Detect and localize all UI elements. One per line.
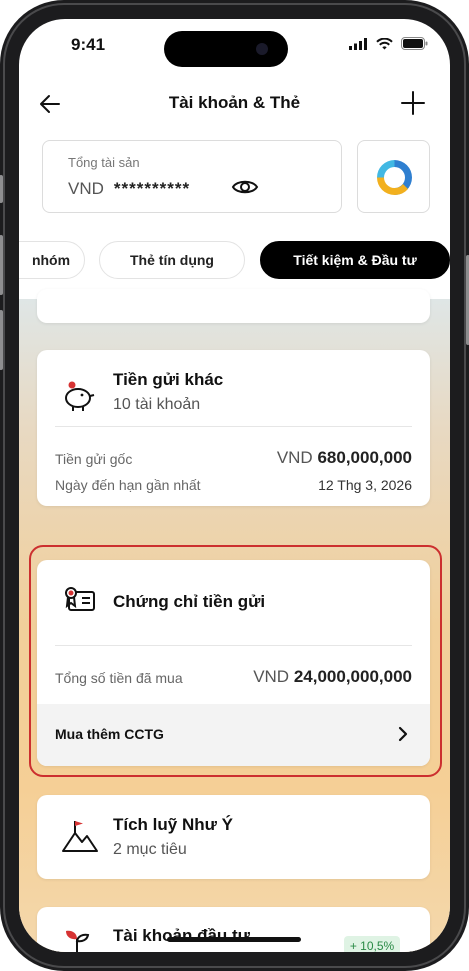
status-time: 9:41 — [71, 35, 106, 54]
certificate-icon — [65, 587, 95, 611]
side-button — [0, 235, 3, 295]
principal-currency: VND — [276, 448, 313, 467]
total-bought-label: Tổng số tiền đã mua — [55, 670, 183, 686]
home-indicator[interactable] — [167, 937, 301, 942]
piggy-bank-icon — [65, 381, 95, 411]
chevron-right-icon — [398, 726, 408, 742]
card-savings-goal[interactable]: Tích luỹ Như Ý 2 mục tiêu — [37, 795, 430, 879]
header: Tài khoản & Thẻ — [19, 79, 450, 129]
screen: 9:41 Tài khoản & Thẻ Tổng tài sản VND **… — [19, 19, 450, 952]
tab-group[interactable]: nhóm — [19, 241, 85, 279]
card-previous — [37, 289, 430, 323]
due-date-value: 12 Thg 3, 2026 — [318, 477, 412, 493]
status-icons — [349, 37, 428, 50]
buy-more-button[interactable]: Mua thêm CCTG — [37, 704, 430, 766]
wifi-icon — [376, 37, 393, 49]
total-assets-masked: ********** — [113, 179, 191, 198]
card-title: Chứng chỉ tiền gửi — [113, 592, 266, 611]
total-bought-value: VND 24,000,000,000 — [253, 667, 412, 687]
tab-savings-investment[interactable]: Tiết kiệm & Đầu tư — [260, 241, 450, 279]
buy-more-label: Mua thêm CCTG — [55, 726, 164, 742]
total-bought-amount: 24,000,000,000 — [293, 667, 412, 686]
due-date-label: Ngày đến hạn gần nhất — [55, 477, 201, 493]
tab-label: Thẻ tín dụng — [130, 252, 214, 268]
tab-label: nhóm — [31, 252, 71, 268]
card-title: Tích luỹ Như Ý — [113, 815, 233, 834]
card-other-deposit[interactable]: Tiền gửi khác 10 tài khoản Tiền gửi gốc … — [37, 350, 430, 506]
camera-icon — [256, 43, 268, 55]
dynamic-island — [164, 31, 288, 67]
card-subtitle: 2 mục tiêu — [113, 841, 187, 858]
tab-bar: nhóm Thẻ tín dụng Tiết kiệm & Đầu tư — [19, 241, 450, 281]
phone-frame: 9:41 Tài khoản & Thẻ Tổng tài sản VND **… — [0, 0, 469, 971]
pie-chart-icon — [377, 160, 412, 196]
signal-icon — [349, 37, 367, 50]
divider — [55, 645, 412, 646]
battery-icon — [401, 37, 428, 50]
status-bar: 9:41 — [19, 19, 450, 71]
total-assets-box: Tổng tài sản VND ********** — [42, 140, 342, 213]
asset-chart-button[interactable] — [357, 140, 430, 213]
principal-value: VND 680,000,000 — [277, 448, 412, 468]
card-title: Tiền gửi khác — [113, 370, 224, 389]
divider — [55, 426, 412, 427]
investment-change-badge: + 10,5% — [344, 936, 400, 952]
total-bought-currency: VND — [253, 667, 290, 686]
principal-amount: 680,000,000 — [317, 448, 412, 467]
eye-icon[interactable] — [231, 177, 259, 197]
side-button — [0, 310, 3, 370]
total-assets-currency: VND — [68, 179, 104, 198]
principal-label: Tiền gửi gốc — [55, 451, 133, 467]
content-area: Tiền gửi khác 10 tài khoản Tiền gửi gốc … — [19, 289, 450, 952]
side-button — [0, 175, 3, 203]
total-assets-label: Tổng tài sản — [68, 155, 140, 170]
page-title: Tài khoản & Thẻ — [168, 93, 301, 112]
sprout-icon — [66, 930, 90, 952]
total-assets-value: VND ********** — [68, 179, 190, 199]
tab-label: Tiết kiệm & Đầu tư — [293, 252, 417, 268]
card-deposit-certificate[interactable]: Chứng chỉ tiền gửi Tổng số tiền đã mua V… — [37, 560, 430, 766]
card-subtitle: 10 tài khoản — [113, 396, 201, 413]
mountain-flag-icon — [62, 821, 98, 852]
card-title: Tài khoản đầu tư — [113, 926, 250, 945]
tab-credit-card[interactable]: Thẻ tín dụng — [99, 241, 245, 279]
add-icon[interactable] — [400, 90, 426, 116]
